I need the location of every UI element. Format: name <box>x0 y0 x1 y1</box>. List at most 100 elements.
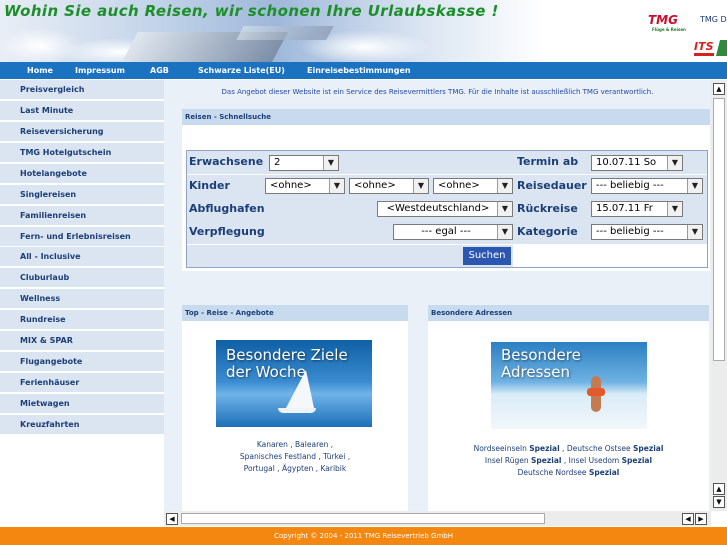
link-text: , Insel Usedom <box>561 456 622 465</box>
abflughafen-select[interactable]: <Westdeutschland> ▼ <box>377 201 513 217</box>
kategorie-value: --- beliebig --- <box>596 226 664 237</box>
chevron-down-icon: ▼ <box>497 202 512 216</box>
label-verpflegung: Verpflegung <box>189 225 265 238</box>
label-abflughafen: Abflughafen <box>189 202 265 215</box>
search-button[interactable]: Suchen <box>463 247 511 265</box>
promo-caption: Besondere Adressen <box>501 346 581 381</box>
sailboat-image <box>286 370 314 408</box>
header-banner: Wohin Sie auch Reisen, wir schonen Ihre … <box>0 0 727 62</box>
scroll-thumb[interactable] <box>713 98 725 361</box>
label-erwachsene: Erwachsene <box>189 155 264 168</box>
chevron-down-icon: ▼ <box>329 179 344 193</box>
nav-einreisebestimmungen[interactable]: Einreisebestimmungen <box>307 62 411 79</box>
partner-logo[interactable] <box>716 40 727 56</box>
label-termin-ab: Termin ab <box>517 155 579 168</box>
verpflegung-select[interactable]: --- egal --- ▼ <box>393 224 513 240</box>
reisedauer-select[interactable]: --- beliebig --- ▼ <box>591 178 703 194</box>
kategorie-select[interactable]: --- beliebig --- ▼ <box>591 224 703 240</box>
link-text: Nordseeinseln <box>473 444 530 453</box>
sidebar-item-wellness[interactable]: Wellness <box>0 289 164 308</box>
link-spezial: Spezial <box>531 456 562 465</box>
chevron-down-icon: ▼ <box>497 225 512 239</box>
service-notice: Das Angebot dieser Website ist ein Servi… <box>221 88 654 96</box>
kind3-select[interactable]: <ohne> ▼ <box>433 178 513 194</box>
sidebar-item-rundreise[interactable]: Rundreise <box>0 310 164 329</box>
address-links-line-2[interactable]: Insel Rügen Spezial , Insel Usedom Spezi… <box>428 455 709 467</box>
label-reisedauer: Reisedauer <box>517 179 587 192</box>
airplane-wing-image <box>236 26 334 40</box>
sidebar: Preisvergleich Last Minute Reiseversiche… <box>0 80 164 527</box>
tmg-logo[interactable]: TMG Flüge & Reisen <box>648 13 686 32</box>
swimwear-image <box>587 388 605 396</box>
chevron-down-icon: ▼ <box>667 202 682 216</box>
termin-ab-value: 10.07.11 So <box>596 157 657 168</box>
offer-links-line-2[interactable]: Spanisches Festland , Türkei , <box>182 451 408 463</box>
link-text: Insel Rügen <box>484 456 532 465</box>
address-links-line-1[interactable]: Nordseeinseln Spezial , Deutsche Ostsee … <box>428 443 709 455</box>
nav-schwarze-liste[interactable]: Schwarze Liste(EU) <box>198 62 285 79</box>
sidebar-item-hotelangebote[interactable]: Hotelangebote <box>0 164 164 183</box>
link-spezial: Spezial <box>632 444 664 453</box>
slogan: Wohin Sie auch Reisen, wir schonen Ihre … <box>4 2 499 20</box>
sidebar-item-familienreisen[interactable]: Familienreisen <box>0 206 164 225</box>
erwachsene-select[interactable]: 2 ▼ <box>269 155 339 171</box>
vertical-scrollbar[interactable]: ▲ ▲ ▼ <box>711 80 727 511</box>
scroll-right-icon[interactable]: ▶ <box>695 513 707 525</box>
sidebar-item-last-minute[interactable]: Last Minute <box>0 101 164 120</box>
sidebar-item-fernreisen[interactable]: Fern- und Erlebnisreisen <box>0 227 164 246</box>
main-content: Das Angebot dieser Website ist ein Servi… <box>164 80 711 511</box>
special-addresses-panel: Besondere Adressen Nordseeinseln Spezial… <box>428 321 709 511</box>
link-spezial: Spezial <box>588 468 620 477</box>
offer-links-line-1[interactable]: Kanaren , Balearen , <box>182 439 408 451</box>
its-logo[interactable]: ITS <box>694 40 714 56</box>
scroll-down-icon[interactable]: ▲ <box>713 483 725 495</box>
chevron-down-icon: ▼ <box>687 225 702 239</box>
rueckreise-select[interactable]: 15.07.11 Fr ▼ <box>591 201 683 217</box>
top-offers-panel: Besondere Ziele der Woche Kanaren , Bale… <box>182 321 408 511</box>
erwachsene-value: 2 <box>274 157 281 168</box>
scroll-down-icon[interactable]: ▼ <box>713 496 725 508</box>
scroll-up-icon[interactable]: ▲ <box>713 83 725 95</box>
scroll-left-icon[interactable]: ◀ <box>166 513 178 525</box>
horizontal-scrollbar[interactable]: ◀ ◀ ▶ <box>164 511 711 526</box>
search-form: Erwachsene Kinder Abflughafen Verpflegun… <box>186 150 708 268</box>
reisedauer-value: --- beliebig --- <box>596 180 664 191</box>
termin-ab-select[interactable]: 10.07.11 So ▼ <box>591 155 683 171</box>
kind2-select[interactable]: <ohne> ▼ <box>349 178 429 194</box>
scroll-thumb[interactable] <box>181 513 545 524</box>
special-addresses-links: Nordseeinseln Spezial , Deutsche Ostsee … <box>428 443 709 479</box>
sidebar-item-cluburlaub[interactable]: Cluburlaub <box>0 268 164 287</box>
sidebar-item-reiseversicherung[interactable]: Reiseversicherung <box>0 122 164 141</box>
sidebar-item-ferienhaeuser[interactable]: Ferienhäuser <box>0 373 164 392</box>
top-offers-links: Kanaren , Balearen , Spanisches Festland… <box>182 439 408 475</box>
sidebar-item-kreuzfahrten[interactable]: Kreuzfahrten <box>0 415 164 434</box>
tmg-logo-text: TMG <box>648 13 678 27</box>
footer-copyright: Copyright © 2004 - 2011 TMG Reisevertrie… <box>0 527 727 545</box>
top-navigation: Home Impressum AGB Schwarze Liste(EU) Ei… <box>0 62 727 79</box>
rueckreise-value: 15.07.11 Fr <box>596 203 653 214</box>
nav-agb[interactable]: AGB <box>150 62 169 79</box>
link-text: , Deutsche Ostsee <box>559 444 633 453</box>
kind1-select[interactable]: <ohne> ▼ <box>265 178 345 194</box>
sidebar-item-mix-spar[interactable]: MIX & SPAR <box>0 331 164 350</box>
sidebar-item-flugangebote[interactable]: Flugangebote <box>0 352 164 371</box>
scroll-left-icon[interactable]: ◀ <box>682 513 694 525</box>
sidebar-item-all-inclusive[interactable]: All - Inclusive <box>0 247 164 266</box>
promo-ziele-der-woche[interactable]: Besondere Ziele der Woche <box>216 340 372 427</box>
sidebar-item-preisvergleich[interactable]: Preisvergleich <box>0 80 164 99</box>
chevron-down-icon: ▼ <box>413 179 428 193</box>
offer-links-line-3[interactable]: Portugal , Ägypten , Karibik <box>182 463 408 475</box>
nav-impressum[interactable]: Impressum <box>75 62 125 79</box>
sidebar-item-singlereisen[interactable]: Singlereisen <box>0 185 164 204</box>
chevron-down-icon: ▼ <box>667 156 682 170</box>
label-kinder: Kinder <box>189 179 230 192</box>
quicksearch-title: Reisen - Schnellsuche <box>182 109 710 125</box>
nav-home[interactable]: Home <box>27 62 53 79</box>
link-spezial: Spezial <box>621 456 653 465</box>
chevron-down-icon: ▼ <box>497 179 512 193</box>
sidebar-item-hotelgutschein[interactable]: TMG Hotelgutschein <box>0 143 164 162</box>
sidebar-item-mietwagen[interactable]: Mietwagen <box>0 394 164 413</box>
address-links-line-3[interactable]: Deutsche Nordsee Spezial <box>428 467 709 479</box>
abflughafen-value: <Westdeutschland> <box>386 203 490 214</box>
promo-besondere-adressen[interactable]: Besondere Adressen <box>491 342 647 429</box>
